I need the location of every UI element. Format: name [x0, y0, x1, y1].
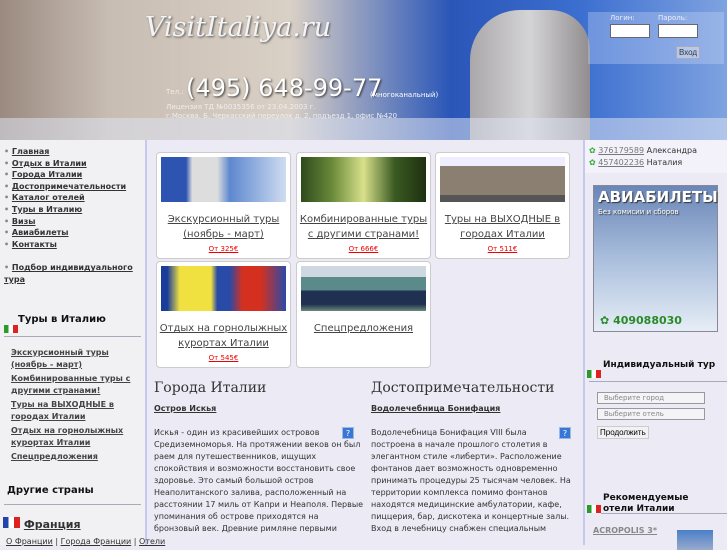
icq-name: Наталия [646, 158, 683, 167]
nav-visas[interactable]: Визы [12, 217, 36, 226]
login-button[interactable]: Вход [676, 46, 701, 59]
icq-flower-icon: ✿ [589, 158, 596, 167]
nav-cities[interactable]: Города Италии [12, 170, 82, 179]
italy-flag-icon [587, 505, 601, 513]
card-title[interactable]: Спецпредложения [297, 321, 430, 336]
france-link[interactable]: Франция [24, 518, 81, 531]
tour-link[interactable]: Комбинированные туры с другими странами! [11, 373, 145, 397]
banner-subtitle: Без комисии и сборов [598, 208, 679, 216]
tour-image [161, 266, 286, 311]
icq-flower-icon: ✿ [589, 146, 596, 155]
sights-text: Водолечебница Бонифация VIII была постро… [371, 428, 571, 533]
divider [4, 504, 141, 505]
banner-title: АВИАБИЛЕТЫ [598, 188, 718, 206]
sights-title: Достопримечательности [371, 380, 555, 396]
tour-link[interactable]: Спецпредложения [11, 451, 145, 463]
tour-link[interactable]: Туры на ВЫХОДНЫЕ в городах Италии [11, 399, 145, 423]
sights-section: Достопримечательности Водолечебница Бони… [371, 380, 581, 535]
tours-title: Туры в Италию [18, 313, 106, 325]
main-nav: Главная Отдых в Италии Города Италии Дос… [0, 140, 145, 286]
nav-hotels[interactable]: Каталог отелей [12, 193, 85, 202]
cities-article-link[interactable]: Остров Искья [154, 404, 216, 413]
other-countries-title: Другие страны [7, 485, 94, 496]
left-sidebar: Главная Отдых в Италии Города Италии Дос… [0, 140, 165, 546]
tour-card[interactable]: Туры на ВЫХОДНЫЕ в городах Италии От 511… [435, 152, 570, 259]
card-price[interactable]: От 666€ [297, 245, 430, 253]
tour-image [161, 157, 286, 202]
hotel-link[interactable]: ACROPOLIS 3* [593, 526, 657, 535]
phone-number: (495) 648-99-77 [186, 74, 383, 102]
tour-link[interactable]: Экскурсионный туры (ноябрь - март) [11, 347, 145, 371]
header: VisitItaliya.ru Тел.: (495) 648-99-77 (м… [0, 0, 727, 140]
login-label: Логин: [610, 14, 635, 22]
france-flag-icon [3, 517, 20, 528]
recommended-hotels-title: Рекомендуемые отели Италии [603, 493, 689, 514]
tel-label: Тел.: [166, 88, 184, 96]
login-input[interactable] [610, 24, 650, 38]
tour-link[interactable]: Отдых на горнолыжных курортах Италии [11, 425, 145, 449]
help-icon[interactable]: ? [559, 427, 571, 439]
nav-rest[interactable]: Отдых в Италии [12, 159, 87, 168]
hotel-thumbnail[interactable] [677, 530, 713, 550]
tour-image [301, 266, 426, 311]
flights-banner[interactable]: АВИАБИЛЕТЫ Без комисии и сборов ✿ 409088… [593, 185, 718, 332]
tour-image [301, 157, 426, 202]
individual-tour-title: Индивидуальный тур [603, 360, 716, 370]
tour-card[interactable]: Экскурсионный туры (ноябрь - март) От 32… [156, 152, 291, 259]
tour-card[interactable]: Спецпредложения [296, 261, 431, 368]
cities-title: Города Италии [154, 380, 267, 396]
tour-image [440, 157, 565, 202]
card-price[interactable]: От 545€ [157, 354, 290, 362]
phone-note: (многоканальный) [370, 91, 439, 99]
card-price[interactable]: От 511€ [436, 245, 569, 253]
nav-sights[interactable]: Достопримечательности [12, 182, 126, 191]
card-title[interactable]: Экскурсионный туры (ноябрь - март) [157, 212, 290, 242]
help-icon[interactable]: ? [342, 427, 354, 439]
login-form: Логин: Пароль: Вход [588, 12, 724, 64]
continue-button[interactable]: Продолжить [597, 426, 649, 439]
password-input[interactable] [658, 24, 698, 38]
icq-number[interactable]: 376179589 [598, 146, 644, 155]
cities-section: Города Италии Остров Искья ? Искья - один… [154, 380, 364, 535]
nav-contacts[interactable]: Контакты [12, 240, 57, 249]
right-sidebar: ✿ 376179589 Александра ✿ 457402236 Натал… [583, 140, 727, 550]
license: Лицензия ТД №0035356 от 23.04.2003 г. [166, 103, 316, 111]
sights-article-link[interactable]: Водолечебница Бонифация [371, 404, 500, 413]
icq-number[interactable]: 457402236 [598, 158, 644, 167]
icq-flower-icon: ✿ [600, 314, 610, 327]
tour-card[interactable]: Комбинированные туры с другими странами!… [296, 152, 431, 259]
cities-text: Искья - один из красивейших островов Сре… [154, 428, 364, 533]
card-price[interactable]: От 325€ [157, 245, 290, 253]
nav-home[interactable]: Главная [12, 147, 49, 156]
icq-name: Александра [646, 146, 697, 155]
nav-individual-tour[interactable]: Подбор индивидуального тура [4, 263, 133, 284]
italy-flag-icon [587, 370, 601, 378]
card-title[interactable]: Отдых на горнолыжных курортах Италии [157, 321, 290, 351]
tour-card[interactable]: Отдых на горнолыжных курортах Италии От … [156, 261, 291, 368]
hotel-select[interactable]: Выберите отель [597, 408, 705, 420]
banner-icq: 409088030 [613, 314, 682, 327]
nav-tours[interactable]: Туры в Италию [12, 205, 82, 214]
header-strip [0, 118, 727, 140]
nav-flights[interactable]: Авиабилеты [12, 228, 69, 237]
italy-flag-icon [4, 324, 18, 333]
site-logo[interactable]: VisitItaliya.ru [145, 12, 331, 43]
card-title[interactable]: Комбинированные туры с другими странами! [297, 212, 430, 242]
city-select[interactable]: Выберите город [597, 392, 705, 404]
card-title[interactable]: Туры на ВЫХОДНЫЕ в городах Италии [436, 212, 569, 242]
address: г.Москва, Б. Черкасский переулок д. 2, п… [166, 112, 398, 120]
password-label: Пароль: [658, 14, 688, 22]
